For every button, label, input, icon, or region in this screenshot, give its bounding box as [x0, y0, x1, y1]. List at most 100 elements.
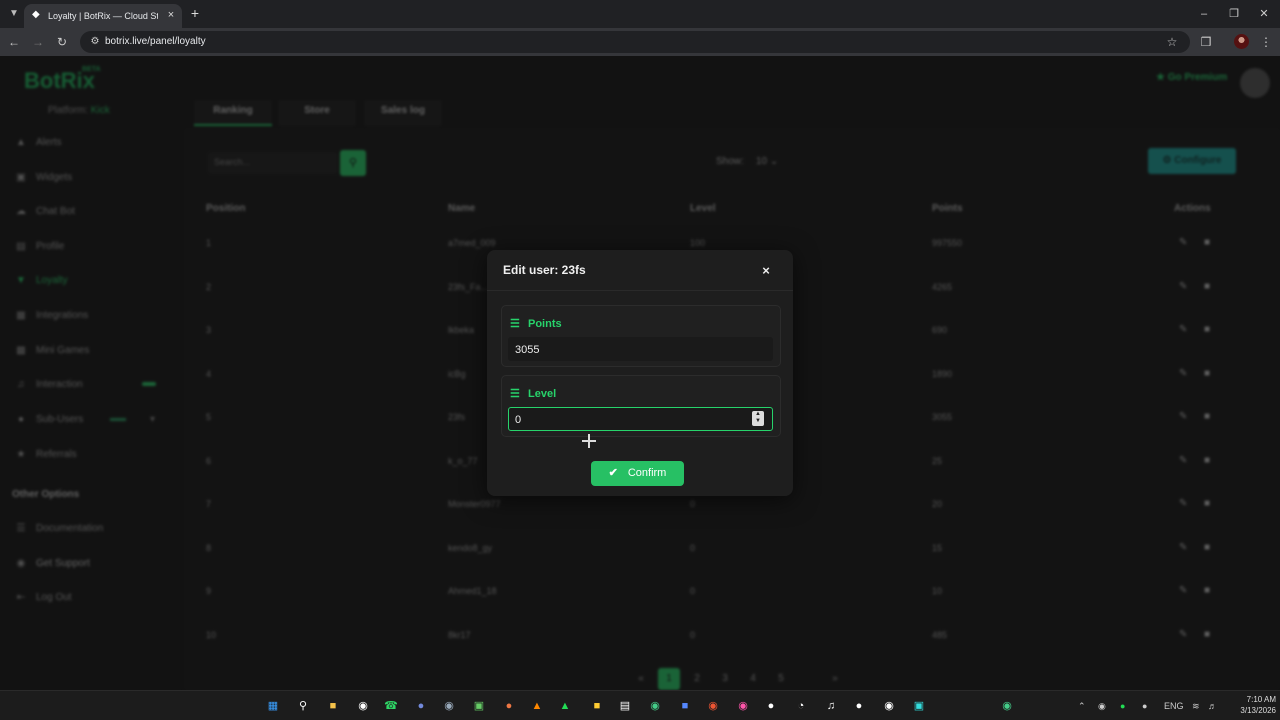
- file-explorer-icon[interactable]: ■: [324, 697, 342, 715]
- edit-icon[interactable]: ✎: [1179, 585, 1187, 596]
- pagination-next[interactable]: »: [824, 668, 846, 690]
- sidebar-item-sub-users[interactable]: ● Sub-Users ▾: [14, 411, 174, 429]
- pagination-page-5[interactable]: 5: [770, 668, 792, 690]
- search-input[interactable]: Search...: [208, 152, 338, 174]
- tray-status-icon[interactable]: ●: [1120, 699, 1125, 713]
- bookmark-star-icon[interactable]: ☆: [1164, 34, 1180, 50]
- whatsapp-icon[interactable]: ☎: [382, 697, 400, 715]
- steam-app-icon[interactable]: ◉: [440, 697, 458, 715]
- taskbar-search-icon[interactable]: ⚲: [294, 697, 312, 715]
- sidebar-item-mini-games[interactable]: ▩ Mini Games: [14, 342, 174, 360]
- app-icon[interactable]: ■: [588, 697, 606, 715]
- pagination-page-1[interactable]: 1: [658, 668, 680, 690]
- configure-button[interactable]: ⚙ Configure: [1148, 148, 1236, 174]
- pagination-page-2[interactable]: 2: [686, 668, 708, 690]
- app-icon[interactable]: ▲: [556, 697, 574, 715]
- close-window-button[interactable]: ✕: [1256, 6, 1272, 22]
- edit-icon[interactable]: ✎: [1179, 629, 1187, 640]
- edit-icon[interactable]: ✎: [1179, 281, 1187, 292]
- trash-icon[interactable]: ■: [1204, 542, 1210, 553]
- address-bar[interactable]: ⚙ botrix.live/panel/loyalty: [80, 31, 1190, 53]
- close-tab-icon[interactable]: ×: [164, 8, 178, 22]
- profile-avatar[interactable]: [1234, 34, 1249, 49]
- pagination-prev[interactable]: «: [630, 668, 652, 690]
- sidebar-item-referrals[interactable]: ★ Referrals: [14, 446, 174, 464]
- user-avatar[interactable]: [1240, 68, 1270, 98]
- go-premium-link[interactable]: ★ Go Premium: [1156, 72, 1227, 83]
- trash-icon[interactable]: ■: [1204, 498, 1210, 509]
- tab-sales-log[interactable]: Sales log: [364, 100, 442, 126]
- discord-icon[interactable]: ●: [412, 697, 430, 715]
- edit-icon[interactable]: ✎: [1179, 324, 1187, 335]
- minecraft-icon[interactable]: ▣: [470, 697, 488, 715]
- show-count-select[interactable]: 10 ⌄: [756, 156, 778, 167]
- app-icon[interactable]: ◔: [792, 697, 810, 715]
- sidebar-item-chat-bot[interactable]: ☁ Chat Bot: [14, 203, 174, 221]
- edit-icon[interactable]: ✎: [1179, 498, 1187, 509]
- app-icon[interactable]: ■: [676, 697, 694, 715]
- forward-button[interactable]: →: [30, 34, 46, 50]
- restore-button[interactable]: ❐: [1226, 6, 1242, 22]
- app-icon[interactable]: ◉: [734, 697, 752, 715]
- browser-menu-icon[interactable]: ⋮: [1258, 34, 1274, 50]
- trash-icon[interactable]: ■: [1204, 411, 1210, 422]
- sidebar-item-get-support[interactable]: ◉ Get Support: [14, 555, 174, 573]
- app-icon[interactable]: ●: [762, 697, 780, 715]
- edit-icon[interactable]: ✎: [1179, 411, 1187, 422]
- app-icon[interactable]: ▲: [528, 697, 546, 715]
- app-icon[interactable]: ♫: [822, 697, 840, 715]
- edit-icon[interactable]: ✎: [1179, 455, 1187, 466]
- site-info-icon[interactable]: ⚙: [88, 35, 102, 49]
- sidebar-item-alerts[interactable]: ▲ Alerts: [14, 134, 174, 152]
- trash-icon[interactable]: ■: [1204, 585, 1210, 596]
- level-input[interactable]: 0: [508, 407, 773, 431]
- edit-icon[interactable]: ✎: [1179, 368, 1187, 379]
- app-icon[interactable]: ◉: [880, 697, 898, 715]
- tab-search-button[interactable]: ▼: [6, 6, 22, 22]
- edit-icon[interactable]: ✎: [1179, 542, 1187, 553]
- sidebar-item-documentation[interactable]: ☰ Documentation: [14, 520, 174, 538]
- level-stepper[interactable]: ▲ ▼: [752, 411, 764, 426]
- back-button[interactable]: ←: [6, 34, 22, 50]
- steam-icon[interactable]: ◉: [354, 697, 372, 715]
- app-icon[interactable]: ◉: [704, 697, 722, 715]
- pagination-page-4[interactable]: 4: [742, 668, 764, 690]
- confirm-button[interactable]: ✔ Confirm: [591, 461, 684, 486]
- microphone-icon[interactable]: ●: [1142, 699, 1147, 713]
- browser-tab[interactable]: ◆ Loyalty | BotRix — Cloud Strea… ×: [24, 4, 182, 28]
- new-tab-button[interactable]: +: [188, 6, 202, 20]
- pagination-page-3[interactable]: 3: [714, 668, 736, 690]
- close-icon[interactable]: ×: [757, 262, 775, 280]
- chrome-icon[interactable]: ◉: [646, 697, 664, 715]
- sidebar-item-profile[interactable]: ▤ Profile: [14, 238, 174, 256]
- taskbar-clock[interactable]: 7:10 AM 3/13/2026: [1222, 694, 1276, 716]
- extensions-icon[interactable]: ❒: [1198, 34, 1214, 50]
- trash-icon[interactable]: ■: [1204, 455, 1210, 466]
- app-icon[interactable]: ●: [850, 697, 868, 715]
- search-button[interactable]: ⚲: [340, 150, 366, 176]
- sidebar-item-log-out[interactable]: ⇤ Log Out: [14, 589, 174, 607]
- trash-icon[interactable]: ■: [1204, 237, 1210, 248]
- points-input[interactable]: 3055: [508, 337, 773, 361]
- trash-icon[interactable]: ■: [1204, 629, 1210, 640]
- wifi-icon[interactable]: ≋: [1192, 699, 1200, 713]
- sidebar-item-integrations[interactable]: ▦ Integrations: [14, 307, 174, 325]
- app-icon[interactable]: ▣: [910, 697, 928, 715]
- tray-expand-icon[interactable]: ⌃: [1078, 699, 1086, 713]
- app-icon[interactable]: ●: [500, 697, 518, 715]
- edit-icon[interactable]: ✎: [1179, 237, 1187, 248]
- start-menu-icon[interactable]: ▦: [264, 697, 282, 715]
- trash-icon[interactable]: ■: [1204, 368, 1210, 379]
- sidebar-item-loyalty[interactable]: ▼ Loyalty: [14, 272, 174, 290]
- tray-steam-icon[interactable]: ◉: [1098, 699, 1106, 713]
- trash-icon[interactable]: ■: [1204, 281, 1210, 292]
- tab-store[interactable]: Store: [278, 100, 356, 126]
- sidebar-item-widgets[interactable]: ▣ Widgets: [14, 169, 174, 187]
- minimize-button[interactable]: –: [1196, 6, 1212, 22]
- app-icon[interactable]: ▤: [616, 697, 634, 715]
- chrome-active-icon[interactable]: ◉: [998, 697, 1016, 715]
- trash-icon[interactable]: ■: [1204, 324, 1210, 335]
- reload-button[interactable]: ↻: [54, 34, 70, 50]
- language-indicator[interactable]: ENG: [1164, 699, 1184, 713]
- volume-icon[interactable]: ♬: [1208, 699, 1217, 713]
